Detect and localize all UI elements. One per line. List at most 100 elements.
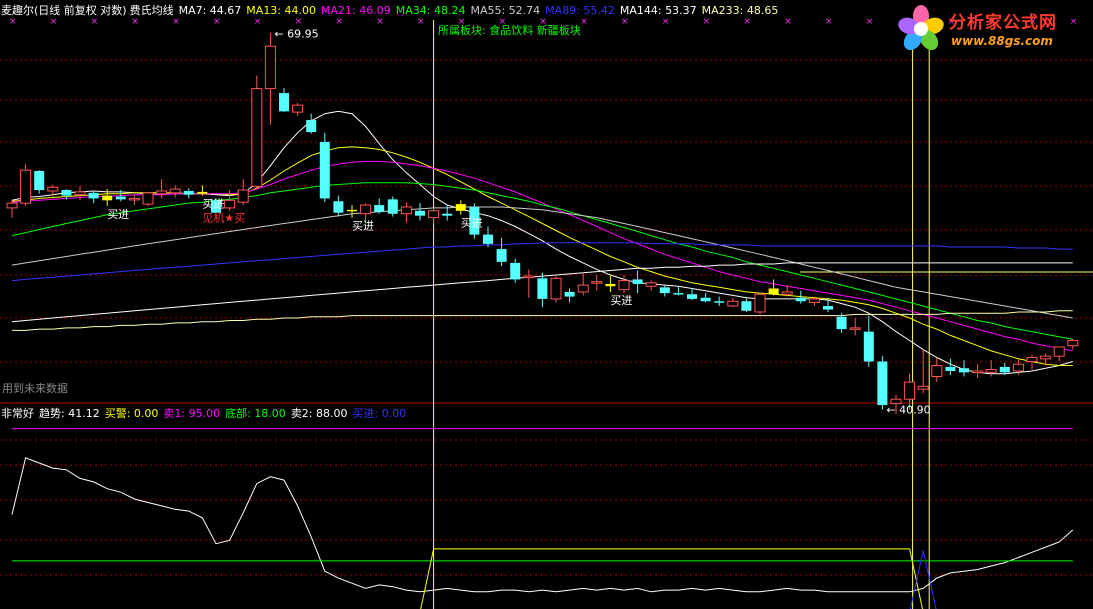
candle-body — [727, 300, 739, 307]
candle-body — [74, 191, 86, 196]
ma-line-ma233 — [12, 310, 1073, 331]
candle-body — [849, 327, 861, 330]
top-marker: × — [172, 17, 180, 27]
top-marker: × — [295, 17, 303, 27]
candle-body — [931, 365, 943, 377]
ma233-label: MA233: 48.65 — [701, 4, 779, 17]
stock-chart: ×××××××××××××××××××××××××××← 69.95← 40.9… — [0, 17, 1093, 609]
candle-body — [224, 199, 236, 209]
chart-annotation: ← 40.90 — [886, 404, 930, 417]
logo-title: 分析家公式网 — [949, 13, 1057, 33]
flower-icon — [898, 5, 944, 51]
candle-body — [863, 331, 874, 362]
top-marker: × — [335, 17, 343, 27]
future-data-note: 用到未来数据 — [2, 382, 68, 395]
top-marker: × — [662, 17, 670, 27]
site-logo: 分析家公式网 www.88gs.com — [893, 2, 1091, 56]
candle-body — [645, 282, 657, 287]
sub-line-趋势 — [11, 457, 1074, 593]
candle-body — [319, 141, 330, 199]
candle-body — [400, 206, 412, 215]
candle-body — [88, 192, 99, 199]
candle-body — [183, 190, 194, 195]
top-marker: × — [825, 17, 833, 27]
candle-body — [102, 195, 113, 201]
candle-body — [781, 291, 793, 295]
sector-label: 所属板块: 食品饮料 新疆板块 — [438, 24, 581, 37]
candle-body — [795, 297, 806, 302]
candle-body — [808, 298, 820, 303]
sub-header: 非常好 趋势: 41.12 买警: 0.00 卖1: 95.00 底部: 18.00 卖2… — [1, 407, 411, 420]
candle-body — [1040, 355, 1052, 360]
candle-body — [510, 262, 521, 280]
top-marker: × — [91, 17, 99, 27]
candle-body — [251, 88, 263, 187]
candle-body — [714, 301, 725, 303]
ma21-label: MA21: 46.09 — [321, 4, 391, 17]
candle-body — [605, 283, 616, 287]
candle-body — [687, 294, 697, 299]
candle-body — [577, 284, 589, 293]
candle-body — [20, 169, 32, 204]
candle-body — [306, 119, 317, 133]
ma55-label: MA55: 52.74 — [470, 4, 541, 17]
sell1-label: 卖1: 95.00 — [163, 407, 221, 420]
candle-body — [618, 280, 630, 291]
candle-body — [700, 297, 711, 302]
sub-line-买警 — [420, 548, 923, 609]
candle-body — [836, 316, 847, 330]
indicator-name: 费氏均线 — [129, 4, 174, 17]
candle-body — [591, 281, 603, 284]
candle-body — [673, 293, 684, 295]
candle-body — [985, 369, 997, 373]
candle-body — [877, 361, 888, 406]
candle-body — [823, 305, 833, 310]
sub-indicator-name: 非常好 — [1, 407, 34, 420]
sub-line-买进 — [909, 550, 937, 609]
chart-annotation: 见机★买 — [202, 211, 245, 225]
candle-body — [415, 210, 425, 216]
candle-body — [347, 209, 357, 212]
chart-annotation: 买进 — [107, 208, 129, 221]
candle-body — [768, 288, 779, 295]
top-marker: × — [213, 17, 221, 27]
top-marker: × — [417, 17, 425, 27]
candle-body — [917, 385, 929, 390]
candle-body — [442, 213, 453, 216]
candle-body — [142, 192, 154, 205]
ma13-label: MA13: 44.00 — [246, 4, 317, 17]
candle-body — [47, 186, 59, 192]
candle-body — [428, 210, 440, 219]
candle-body — [564, 291, 575, 297]
chart-annotation: 买进 — [352, 220, 374, 233]
top-marker: × — [131, 17, 139, 27]
candle-body — [264, 45, 276, 90]
candle-body — [741, 301, 752, 311]
top-marker: × — [866, 17, 874, 27]
candle-body — [387, 199, 398, 214]
candle-body — [333, 201, 344, 213]
ma-line-ma13 — [11, 146, 1073, 366]
candle-body — [483, 234, 493, 244]
candle-body — [455, 204, 466, 211]
candle-body — [1026, 356, 1038, 362]
top-marker: × — [784, 17, 792, 27]
candle-body — [1053, 346, 1065, 357]
logo-url: www.88gs.com — [951, 34, 1053, 48]
candle-body — [945, 366, 956, 371]
candle-body — [754, 293, 766, 313]
candle-body — [537, 278, 548, 299]
candle-body — [115, 196, 126, 200]
chart-annotation: 买进 — [202, 198, 224, 211]
candle-body — [360, 204, 372, 215]
candle-body — [237, 189, 249, 203]
top-marker: × — [376, 17, 384, 27]
buy-warn-label: 买警: 0.00 — [104, 407, 159, 420]
candle-body — [523, 275, 535, 279]
top-marker: × — [254, 17, 262, 27]
candle-body — [496, 249, 507, 262]
candle-body — [999, 366, 1010, 373]
candle-body — [169, 188, 181, 194]
buy-label: 买进: 0.00 — [352, 407, 407, 420]
candle-body — [1067, 340, 1079, 347]
